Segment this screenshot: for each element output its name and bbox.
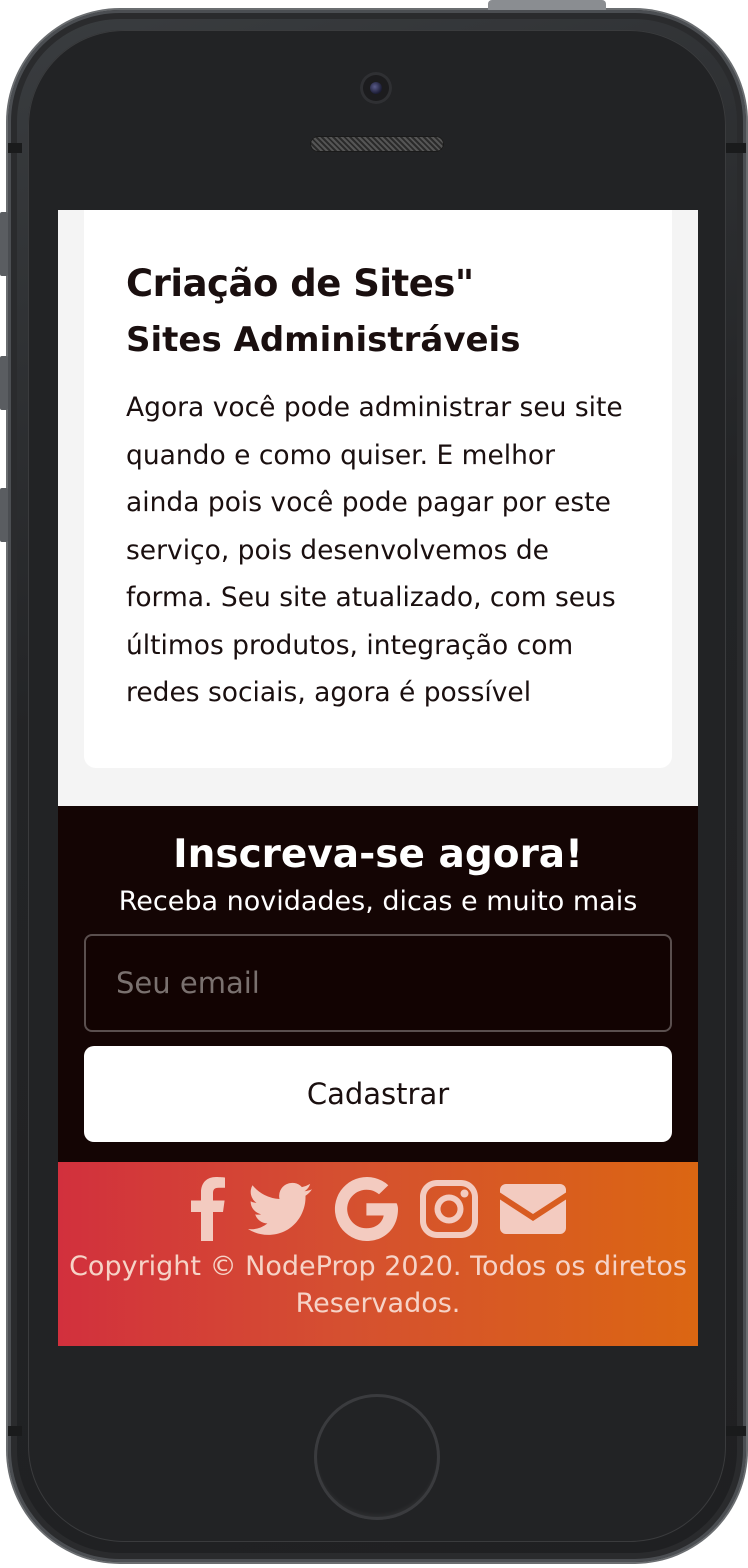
home-button[interactable] xyxy=(314,1394,440,1520)
newsletter-section: Inscreva-se agora! Receba novidades, dic… xyxy=(58,806,698,1162)
antenna-band-right-top xyxy=(726,143,746,153)
antenna-band-right-bottom xyxy=(726,1426,746,1436)
newsletter-subtitle: Receba novidades, dicas e muito mais xyxy=(118,886,638,917)
front-camera xyxy=(360,72,392,104)
card-subtitle: Sites Administráveis xyxy=(126,320,521,360)
card-title: Criação de Sites" xyxy=(126,262,474,305)
twitter-icon[interactable] xyxy=(248,1182,312,1236)
service-card: Criação de Sites" Sites Administráveis A… xyxy=(84,210,672,768)
envelope-icon[interactable] xyxy=(500,1184,566,1234)
volume-up-button xyxy=(0,356,8,410)
instagram-icon[interactable] xyxy=(420,1180,478,1238)
power-button xyxy=(488,0,606,10)
volume-down-button xyxy=(0,488,8,542)
antenna-band-left-bottom xyxy=(8,1426,22,1436)
copyright-text: Copyright © NodeProp 2020. Todos os dire… xyxy=(69,1251,687,1319)
social-links xyxy=(58,1176,698,1242)
card-description: Agora você pode administrar seu site qua… xyxy=(126,392,623,708)
mute-switch xyxy=(0,212,8,276)
newsletter-title: Inscreva-se agora! xyxy=(173,832,583,877)
phone-screen: Criação de Sites" Sites Administráveis A… xyxy=(58,210,698,1346)
antenna-band-left-top xyxy=(8,143,22,153)
subscribe-button[interactable]: Cadastrar xyxy=(84,1046,672,1142)
footer: Copyright © NodeProp 2020. Todos os dire… xyxy=(58,1162,698,1346)
google-icon[interactable] xyxy=(334,1177,398,1241)
facebook-icon[interactable] xyxy=(190,1177,226,1241)
email-input[interactable] xyxy=(84,934,672,1032)
earpiece-speaker xyxy=(310,136,444,152)
